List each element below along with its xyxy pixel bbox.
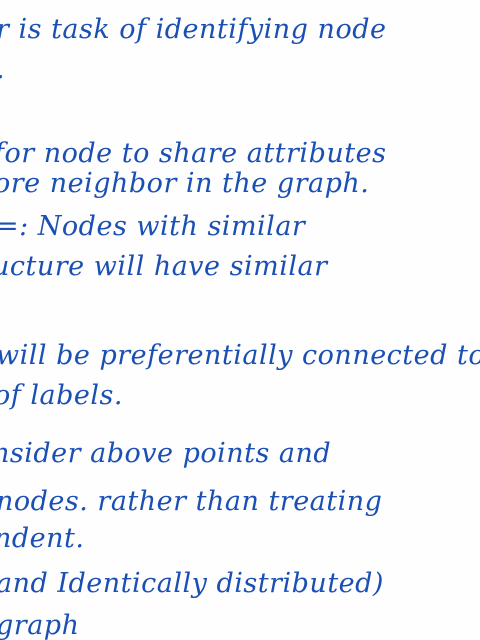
note-line-8: of labels. xyxy=(0,380,123,411)
note-line-10: nodes. rather than treating xyxy=(0,486,383,517)
note-line-7: will be preferentially connected to xyxy=(0,340,480,371)
note-line-13: graph xyxy=(0,610,80,640)
handwritten-note-page: r is task of identifying node . for node… xyxy=(0,0,480,640)
note-line-2: . xyxy=(0,56,5,83)
note-line-5: =: Nodes with similar xyxy=(0,211,306,242)
note-line-4: ore neighbor in the graph. xyxy=(0,168,370,199)
note-line-1: r is task of identifying node xyxy=(0,14,387,45)
note-line-3: for node to share attributes xyxy=(0,138,387,169)
note-line-12: and Identically distributed) xyxy=(0,568,384,599)
note-line-9: nsider above points and xyxy=(0,438,332,469)
note-line-6: ucture will have similar xyxy=(0,251,328,282)
note-line-11: ndent. xyxy=(0,523,85,554)
